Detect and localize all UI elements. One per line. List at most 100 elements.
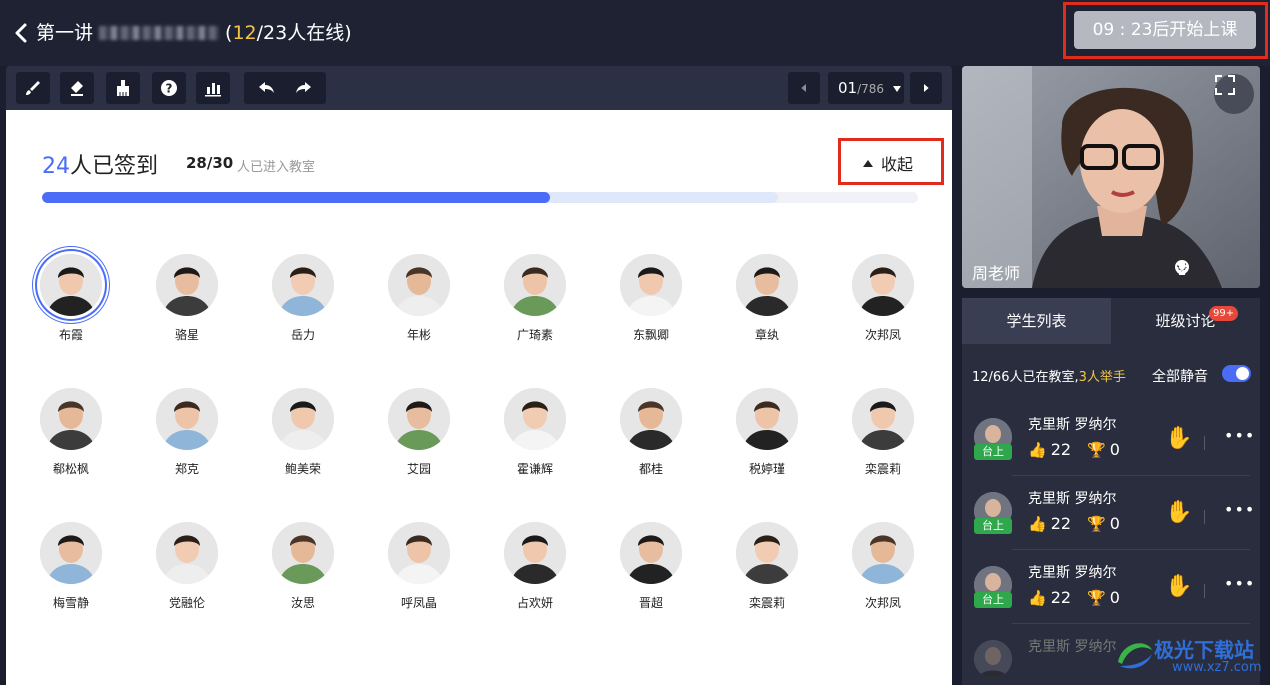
avatar — [852, 522, 914, 584]
collapse-button[interactable]: 收起 — [863, 151, 913, 175]
question-icon[interactable]: ? — [152, 72, 186, 104]
divider — [1204, 584, 1205, 598]
student-card[interactable]: 郗松枫 — [26, 388, 116, 498]
student-name: 年彬 — [406, 328, 431, 342]
trophy-icon: 🏆 — [1087, 588, 1106, 607]
avatar — [388, 254, 450, 316]
raise-hand-icon[interactable]: ✋ — [1165, 500, 1192, 525]
svg-text:?: ? — [166, 82, 173, 96]
clear-icon[interactable] — [106, 72, 140, 104]
student-stats: 👍 22 🏆 0 — [1028, 440, 1120, 459]
redacted-title — [99, 26, 220, 40]
student-card[interactable]: 章纨 — [722, 254, 812, 364]
trophy-stat: 🏆 0 — [1087, 440, 1120, 459]
fullscreen-icon[interactable] — [1214, 74, 1254, 114]
on-stage-badge: 台上 — [974, 444, 1012, 460]
on-stage-badge: 台上 — [974, 592, 1012, 608]
like-stat: 👍 22 — [1028, 440, 1072, 459]
mute-all-toggle[interactable] — [1222, 365, 1251, 382]
avatar — [388, 388, 450, 450]
like-stat: 👍 22 — [1028, 588, 1072, 607]
raise-hand-icon[interactable]: ✋ — [1165, 574, 1192, 599]
student-card[interactable]: 都桂 — [606, 388, 696, 498]
student-card[interactable]: 占欢妍 — [490, 522, 580, 632]
student-card[interactable]: 党融伦 — [142, 522, 232, 632]
avatar — [388, 522, 450, 584]
title-bar: 第一讲 (12/23人在线) 09 : 23后开始上课 — [0, 0, 1270, 66]
mute-all-label: 全部静音 — [1152, 369, 1208, 385]
student-card[interactable]: 郑克 — [142, 388, 232, 498]
side-panel: 学生列表 班级讨论 99+ 12/66人已在教室,3人举手 全部静音 克里斯 罗… — [962, 298, 1260, 685]
eraser-icon[interactable] — [60, 72, 94, 104]
redo-icon[interactable] — [294, 79, 312, 97]
student-list-item[interactable]: 克里斯 罗纳尔 台上 👍 22 🏆 0 ✋ ••• — [962, 552, 1260, 624]
online-open: ( — [225, 22, 233, 44]
student-card[interactable]: 呼凤晶 — [374, 522, 464, 632]
raise-hand-icon[interactable]: ✋ — [1165, 426, 1192, 451]
avatar — [504, 522, 566, 584]
brush-icon[interactable] — [16, 72, 50, 104]
student-card[interactable]: 鲍美荣 — [258, 388, 348, 498]
online-current: 12 — [232, 22, 257, 44]
signed-label: 人已签到 — [70, 154, 159, 179]
student-card[interactable]: 税婷瑾 — [722, 388, 812, 498]
undo-icon[interactable] — [258, 79, 276, 97]
avatar — [504, 254, 566, 316]
row-separator — [1012, 475, 1250, 476]
caret-down-icon — [892, 85, 901, 92]
more-options-icon[interactable]: ••• — [1224, 500, 1255, 519]
camera-icon[interactable] — [1175, 260, 1220, 278]
avatar — [272, 388, 334, 450]
prev-page-button[interactable] — [788, 72, 820, 104]
student-name: 霍谦辉 — [516, 462, 553, 476]
student-name: 艾园 — [406, 462, 431, 476]
tab-class-discussion[interactable]: 班级讨论 99+ — [1111, 298, 1260, 344]
page-total: /786 — [857, 82, 885, 96]
entered-count: 28/30 — [186, 154, 234, 172]
watermark-title: 极光下载站 — [1154, 638, 1254, 662]
student-card[interactable]: 岳力 — [258, 254, 348, 364]
chart-icon[interactable] — [196, 72, 230, 104]
student-card[interactable]: 次邦凤 — [838, 522, 928, 632]
countdown-highlight: 09 : 23后开始上课 — [1063, 2, 1268, 59]
student-card[interactable]: 艾园 — [374, 388, 464, 498]
student-card[interactable]: 汝思 — [258, 522, 348, 632]
student-card[interactable]: 栾震莉 — [722, 522, 812, 632]
tab-class-discussion-label: 班级讨论 — [1155, 312, 1216, 330]
signed-in-count: 24人已签到 — [42, 148, 158, 180]
avatar — [272, 254, 334, 316]
trophy-icon: 🏆 — [1087, 514, 1106, 533]
more-options-icon[interactable]: ••• — [1224, 426, 1255, 445]
student-card[interactable]: 东飘卿 — [606, 254, 696, 364]
teacher-video: 周老师 — [962, 66, 1260, 288]
tab-student-list[interactable]: 学生列表 — [962, 298, 1111, 344]
next-page-button[interactable] — [910, 72, 942, 104]
chevron-left-icon[interactable] — [12, 22, 32, 44]
watermark-logo — [1118, 643, 1152, 669]
student-card[interactable]: 骆星 — [142, 254, 232, 364]
student-card[interactable]: 布霞 — [26, 254, 116, 364]
countdown-button[interactable]: 09 : 23后开始上课 — [1074, 11, 1256, 49]
student-list-name: 克里斯 罗纳尔 — [1028, 565, 1117, 581]
student-list-item[interactable]: 克里斯 罗纳尔 台上 👍 22 🏆 0 ✋ ••• — [962, 478, 1260, 550]
student-card[interactable]: 广琦素 — [490, 254, 580, 364]
thumbs-up-icon: 👍 — [1028, 440, 1047, 459]
student-card[interactable]: 年彬 — [374, 254, 464, 364]
student-card[interactable]: 晋超 — [606, 522, 696, 632]
student-card[interactable]: 梅雪静 — [26, 522, 116, 632]
more-options-icon[interactable]: ••• — [1224, 574, 1255, 593]
student-list-name: 克里斯 罗纳尔 — [1028, 417, 1117, 433]
page-selector[interactable]: 01/786 — [828, 72, 904, 104]
student-name: 郑克 — [174, 462, 199, 476]
summary-prefix: 12/66人已在教室, — [972, 370, 1079, 385]
avatar — [620, 388, 682, 450]
student-name: 梅雪静 — [52, 596, 89, 610]
student-card[interactable]: 次邦凤 — [838, 254, 928, 364]
avatar — [620, 254, 682, 316]
student-name: 岳力 — [290, 328, 315, 342]
student-card[interactable]: 栾震莉 — [838, 388, 928, 498]
student-card[interactable]: 霍谦辉 — [490, 388, 580, 498]
whiteboard-toolbar: ? 01/786 — [6, 66, 952, 110]
gear-icon[interactable] — [1175, 260, 1248, 278]
student-list-item[interactable]: 克里斯 罗纳尔 台上 👍 22 🏆 0 ✋ ••• — [962, 404, 1260, 476]
